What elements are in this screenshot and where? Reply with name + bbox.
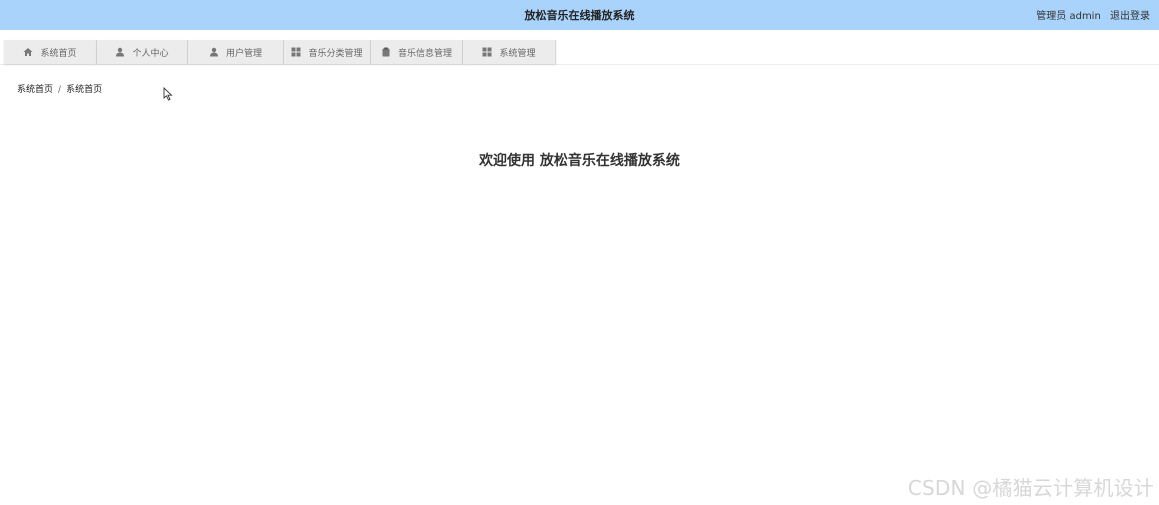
tab-user-management[interactable]: 用户管理 <box>188 40 284 64</box>
logout-link[interactable]: 退出登录 <box>1110 7 1150 22</box>
username: admin <box>1069 11 1101 22</box>
welcome-message: 欢迎使用 放松音乐在线播放系统 <box>479 153 680 169</box>
mouse-cursor-icon <box>163 86 173 105</box>
home-icon <box>23 47 33 57</box>
clipboard-icon <box>381 47 391 57</box>
user-area: 管理员 admin 退出登录 <box>1036 7 1150 22</box>
nav-bar: 系统首页 个人中心 用户管理 音乐分类管理 音乐信息管理 系统管理 <box>0 30 1159 65</box>
breadcrumb-item[interactable]: 系统首页 <box>17 85 53 95</box>
tab-music-info[interactable]: 音乐信息管理 <box>371 40 463 64</box>
breadcrumb-separator: / <box>58 85 62 95</box>
grid-icon <box>291 47 301 57</box>
top-header: 放松音乐在线播放系统 管理员 admin 退出登录 <box>0 0 1159 30</box>
watermark: CSDN @橘猫云计算机设计 <box>907 476 1154 500</box>
tab-label: 个人中心 <box>132 48 169 59</box>
tab-label: 音乐分类管理 <box>308 48 363 59</box>
tab-label: 用户管理 <box>225 48 262 59</box>
tab-system-management[interactable]: 系统管理 <box>463 40 556 64</box>
user-role: 管理员 <box>1036 11 1067 22</box>
app-title: 放松音乐在线播放系统 <box>524 9 635 22</box>
tab-profile[interactable]: 个人中心 <box>97 40 188 64</box>
tab-label: 系统首页 <box>40 48 77 59</box>
tab-home[interactable]: 系统首页 <box>4 40 97 64</box>
tab-music-category[interactable]: 音乐分类管理 <box>284 40 371 64</box>
tab-label: 音乐信息管理 <box>397 48 452 59</box>
nav-tabs: 系统首页 个人中心 用户管理 音乐分类管理 音乐信息管理 系统管理 <box>4 40 556 64</box>
user-icon <box>115 47 125 57</box>
breadcrumb-item-current: 系统首页 <box>66 85 103 95</box>
breadcrumb: 系统首页 / 系统首页 <box>17 82 102 95</box>
tab-label: 系统管理 <box>499 48 536 59</box>
grid-icon <box>482 47 492 57</box>
user-icon <box>209 47 219 57</box>
